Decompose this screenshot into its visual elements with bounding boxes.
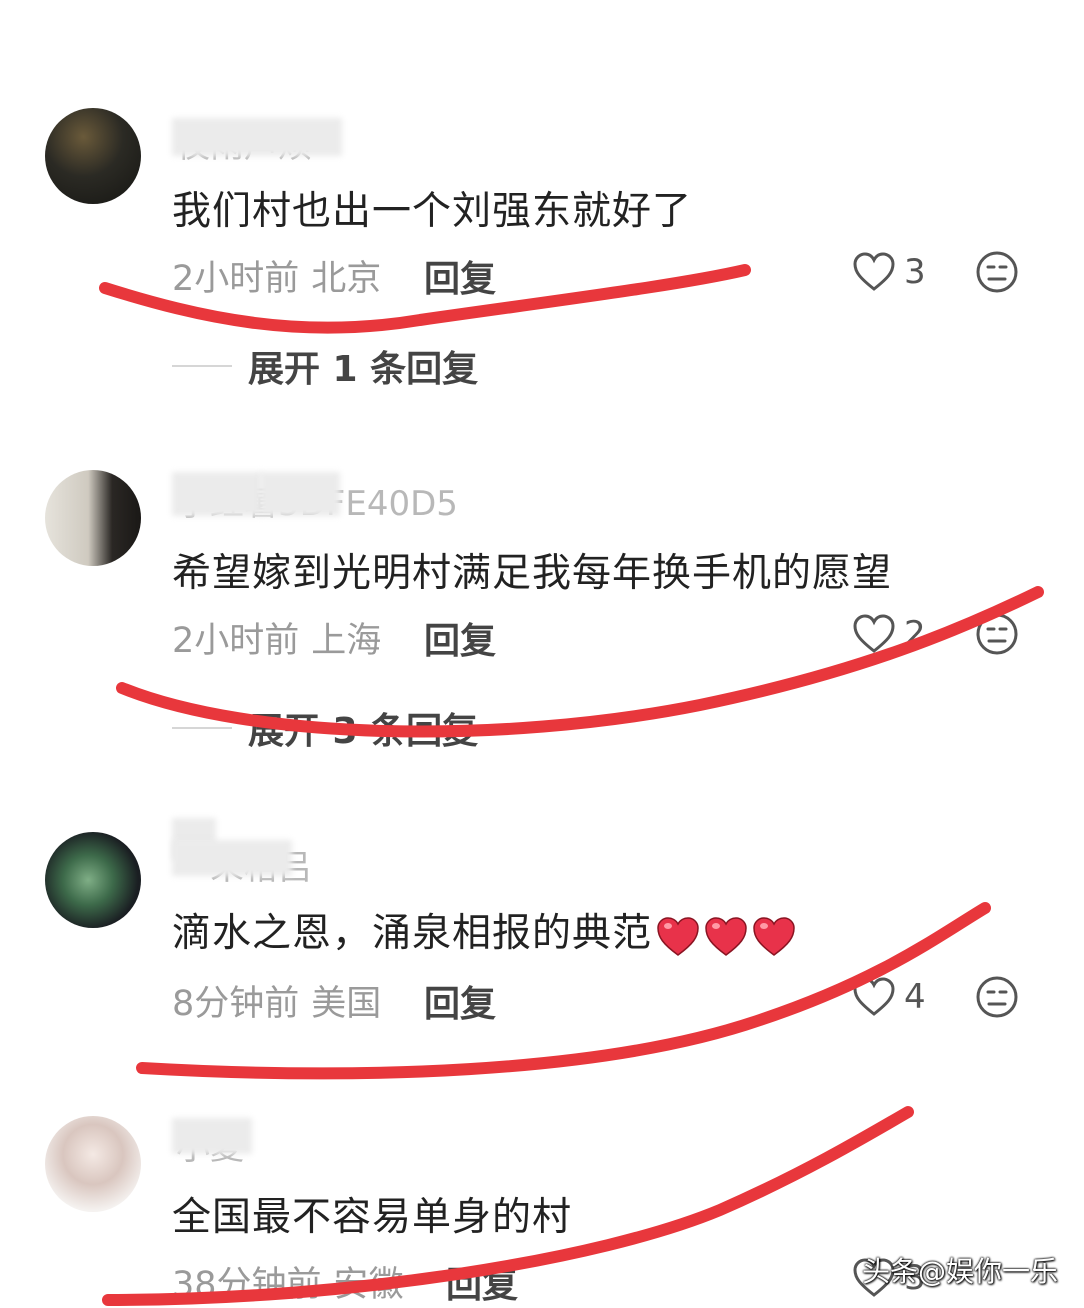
- comment-text: 全国最不容易单身的村: [172, 1195, 573, 1240]
- avatar[interactable]: [45, 108, 141, 204]
- dislike-icon[interactable]: [975, 975, 1019, 1019]
- reply-button[interactable]: 回复: [424, 612, 496, 664]
- comment-location: 北京: [311, 259, 382, 299]
- avatar[interactable]: [45, 470, 141, 566]
- username-blur-mask: [172, 1118, 252, 1154]
- red-heart-emoji-icon: [753, 917, 795, 957]
- expand-replies-label: 展开 3 条回复: [248, 711, 479, 752]
- avatar[interactable]: [45, 832, 141, 928]
- comment-location: 美国: [311, 984, 382, 1024]
- comment-meta: 2小时前 北京: [172, 250, 381, 301]
- avatar[interactable]: [45, 1116, 141, 1212]
- reply-button[interactable]: 回复: [424, 250, 496, 302]
- red-heart-emoji-icon: [705, 917, 747, 957]
- username-blur-mask: [172, 472, 262, 516]
- divider: [172, 727, 232, 729]
- heart-outline-icon: [853, 252, 895, 291]
- comment-time: 8分钟前: [172, 984, 300, 1024]
- heart-outline-icon: [853, 614, 895, 653]
- comment-meta: 2小时前 上海: [172, 612, 381, 663]
- comment-location: 安徽: [333, 1265, 404, 1305]
- expand-replies-button[interactable]: 展开 1 条回复: [172, 340, 478, 392]
- comment-text: 我们村也出一个刘强东就好了: [172, 189, 693, 234]
- red-heart-emoji-icon: [657, 917, 699, 957]
- heart-outline-icon: [853, 977, 895, 1016]
- reply-button[interactable]: 回复: [424, 975, 496, 1027]
- username-blur-mask: [172, 118, 342, 156]
- comment-meta: 38分钟前 安徽: [172, 1256, 404, 1307]
- dislike-icon[interactable]: [975, 612, 1019, 656]
- like-button[interactable]: 2: [852, 612, 932, 656]
- expand-replies-label: 展开 1 条回复: [248, 349, 479, 390]
- like-count: 2: [904, 614, 926, 654]
- comment-time: 38分钟前: [172, 1265, 322, 1305]
- divider: [172, 365, 232, 367]
- like-button[interactable]: 3: [852, 250, 932, 294]
- watermark: 头条@娱你一乐: [862, 1255, 1059, 1288]
- like-count: 4: [904, 977, 926, 1017]
- username-blur-mask: [260, 472, 340, 516]
- comment-time: 2小时前: [172, 621, 300, 661]
- comment-text-body: 滴水之恩，涌泉相报的典范: [172, 911, 653, 956]
- dislike-icon[interactable]: [975, 250, 1019, 294]
- comment-text: 希望嫁到光明村满足我每年换手机的愿望: [172, 551, 893, 596]
- username-blur-mask: [172, 840, 292, 876]
- comment-meta: 8分钟前 美国: [172, 975, 381, 1026]
- like-count: 3: [904, 252, 926, 292]
- heart-emojis: [656, 913, 800, 959]
- comment-text: 滴水之恩，涌泉相报的典范: [172, 902, 800, 958]
- like-button[interactable]: 4: [852, 975, 932, 1019]
- reply-button[interactable]: 回复: [446, 1256, 518, 1308]
- expand-replies-button[interactable]: 展开 3 条回复: [172, 702, 478, 754]
- comment-time: 2小时前: [172, 259, 300, 299]
- comment-location: 上海: [311, 621, 382, 661]
